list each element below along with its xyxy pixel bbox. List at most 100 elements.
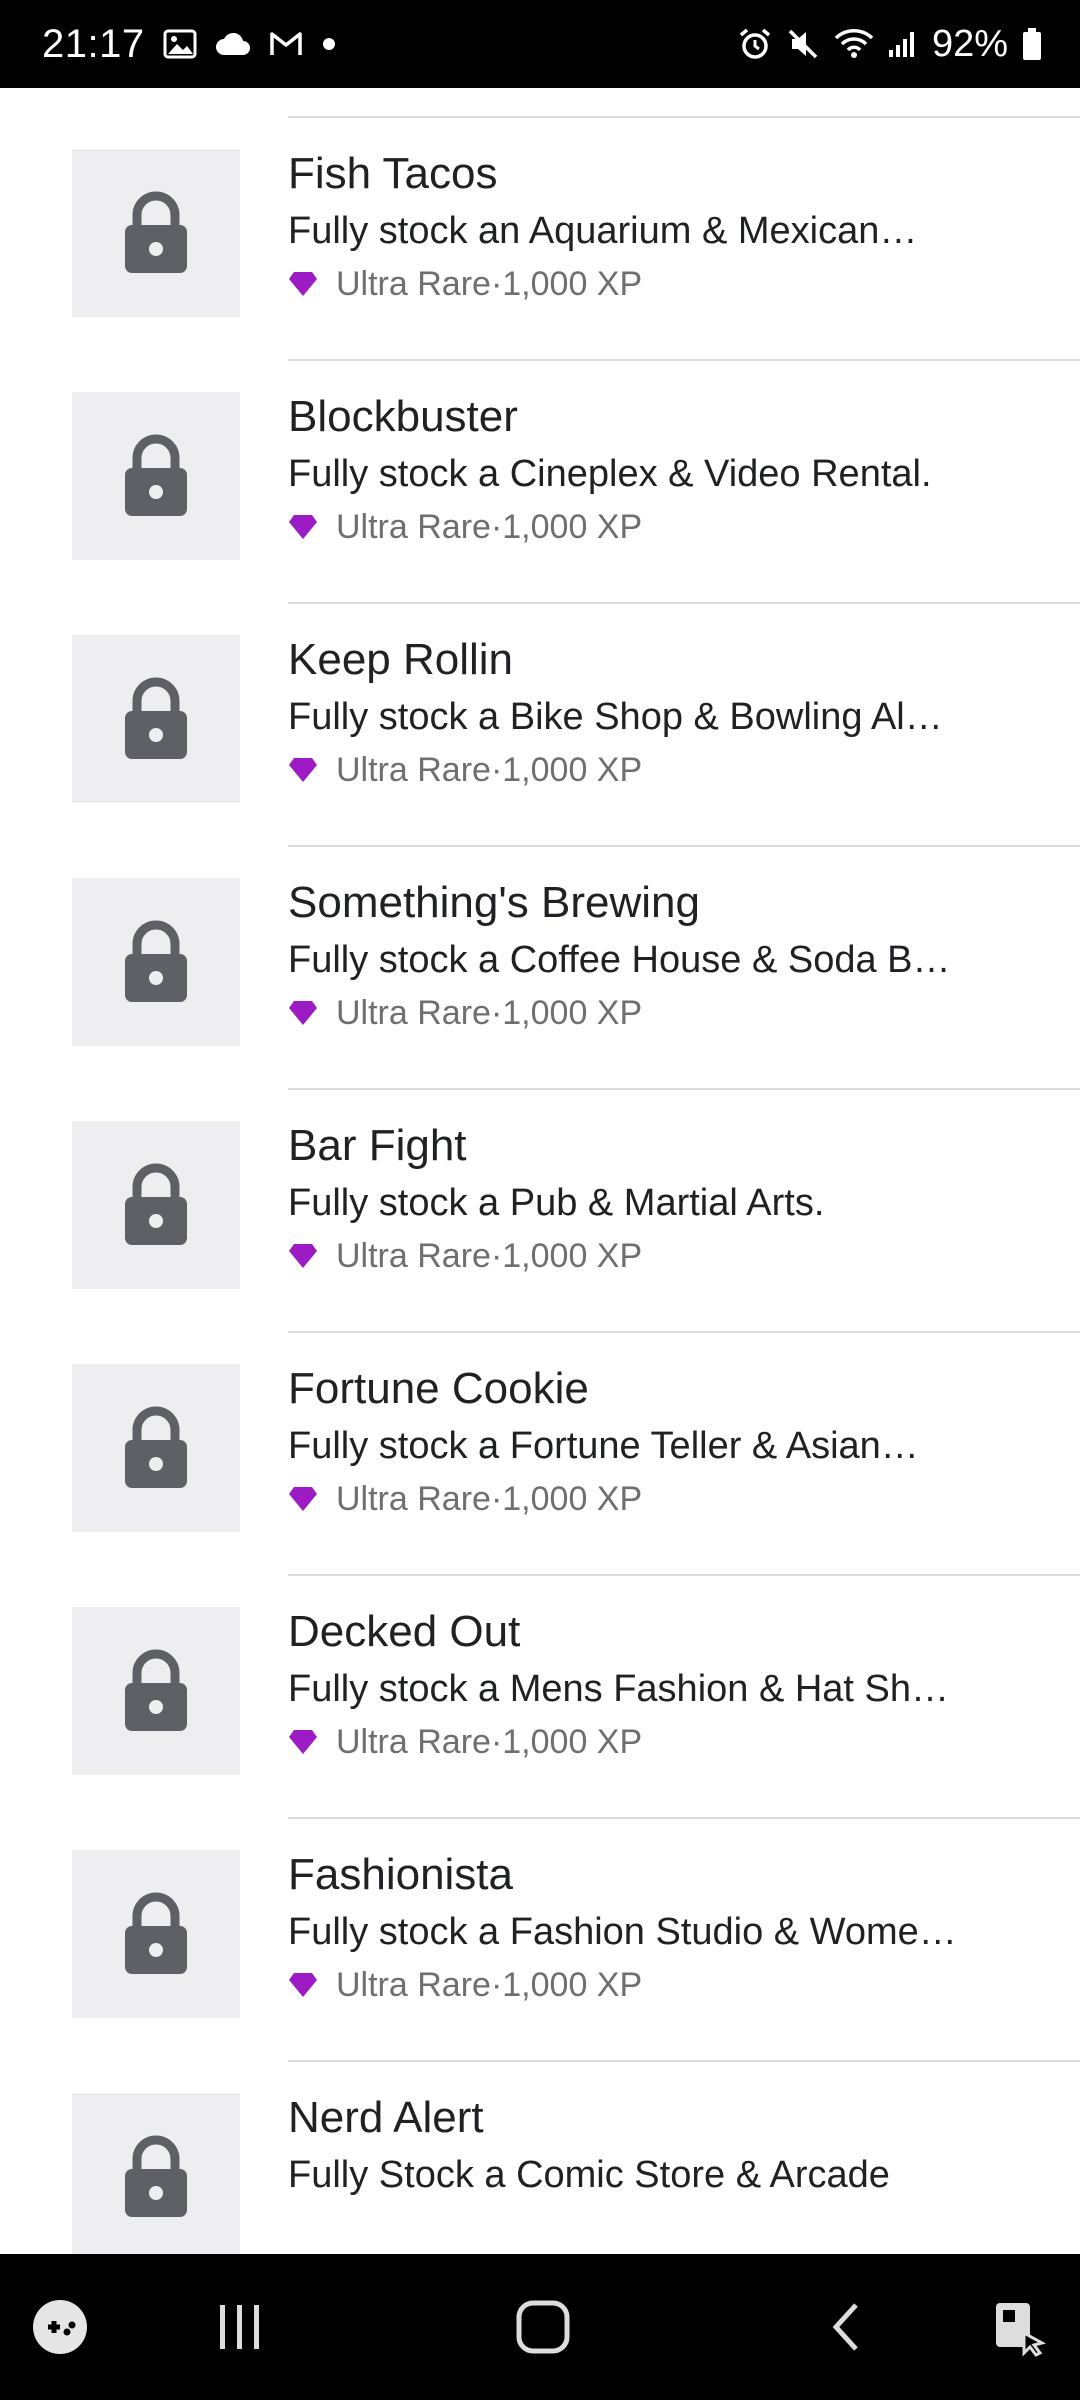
gem-icon — [289, 1973, 317, 1997]
achievement-item[interactable]: Fashionista Fully stock a Fashion Studio… — [0, 1819, 1080, 2062]
alarm-icon — [738, 27, 772, 61]
home-icon — [516, 2300, 570, 2354]
achievement-description: Fully stock a Fashion Studio & Wome… — [288, 1911, 957, 1953]
wifi-icon — [834, 28, 874, 60]
achievement-description: Fully stock a Coffee House & Soda B… — [288, 939, 951, 981]
meta-separator: · — [490, 1966, 503, 2004]
achievement-item[interactable]: Fortune Cookie Fully stock a Fortune Tel… — [0, 1333, 1080, 1576]
achievement-description: Fully stock a Pub & Martial Arts. — [288, 1182, 825, 1224]
recent-apps-icon — [220, 2305, 259, 2349]
recent-apps-button[interactable] — [200, 2254, 280, 2400]
accessibility-icon — [996, 2303, 1047, 2357]
achievement-title: Decked Out — [288, 1607, 521, 1656]
achievement-description: Fully stock an Aquarium & Mexican… — [288, 210, 918, 252]
achievement-xp: 1,000 XP — [502, 508, 643, 546]
achievement-rarity: Ultra Rare — [336, 1237, 491, 1275]
gem-icon — [289, 1244, 317, 1268]
achievement-meta: Ultra Rare · 1,000 XP — [288, 989, 1060, 1037]
gem-icon — [289, 758, 317, 782]
achievement-item[interactable]: Fish Tacos Fully stock an Aquarium & Mex… — [0, 118, 1080, 361]
achievement-rarity: Ultra Rare — [336, 1723, 491, 1761]
meta-separator: · — [490, 1480, 503, 1518]
achievement-rarity: Ultra Rare — [336, 751, 491, 789]
meta-separator: · — [490, 265, 503, 303]
achievement-item[interactable]: Keep Rollin Fully stock a Bike Shop & Bo… — [0, 604, 1080, 847]
home-button[interactable] — [500, 2254, 586, 2400]
achievement-title: Bar Fight — [288, 1121, 467, 1170]
achievement-xp: 1,000 XP — [502, 1237, 643, 1275]
lock-icon — [125, 1406, 187, 1488]
gem-icon — [289, 1487, 317, 1511]
achievement-thumbnail — [72, 1850, 240, 2018]
achievement-title: Keep Rollin — [288, 635, 514, 684]
achievement-description: Fully Stock a Comic Store & Arcade — [288, 2154, 890, 2196]
achievement-thumbnail — [72, 1364, 240, 1532]
back-button[interactable] — [806, 2254, 886, 2400]
achievement-item[interactable]: Something's Brewing Fully stock a Coffee… — [0, 847, 1080, 1090]
meta-separator: · — [490, 508, 503, 546]
achievement-item[interactable]: Bar Fight Fully stock a Pub & Martial Ar… — [0, 1090, 1080, 1333]
achievement-rarity: Ultra Rare — [336, 1480, 491, 1518]
achievement-xp: 1,000 XP — [502, 994, 643, 1032]
achievement-meta: Ultra Rare · 1,000 XP — [288, 1232, 1060, 1280]
lock-icon — [125, 434, 187, 516]
achievement-thumbnail — [72, 635, 240, 803]
cloud-icon — [215, 31, 251, 57]
lock-icon — [125, 920, 187, 1002]
achievement-description: Fully stock a Mens Fashion & Hat Sh… — [288, 1668, 950, 1710]
gem-icon — [289, 515, 317, 539]
achievement-title: Fish Tacos — [288, 149, 498, 198]
gmail-icon — [269, 31, 303, 57]
meta-separator: · — [490, 1237, 503, 1275]
achievement-meta: Ultra Rare · 1,000 XP — [288, 746, 1060, 794]
achievement-xp: 1,000 XP — [502, 1723, 643, 1761]
achievement-meta: Ultra Rare · 1,000 XP — [288, 1961, 1060, 2009]
battery-icon — [1022, 27, 1042, 61]
lock-icon — [125, 677, 187, 759]
achievement-description: Fully stock a Fortune Teller & Asian… — [288, 1425, 919, 1467]
achievement-rarity: Ultra Rare — [336, 265, 491, 303]
dot-icon — [321, 36, 337, 52]
achievement-meta: Ultra Rare · 1,000 XP — [288, 503, 1060, 551]
achievement-item[interactable]: Decked Out Fully stock a Mens Fashion & … — [0, 1576, 1080, 1819]
achievement-xp: 1,000 XP — [502, 1966, 643, 2004]
achievement-meta: Ultra Rare · 1,000 XP — [288, 260, 1060, 308]
navigation-bar — [0, 2254, 1080, 2400]
back-icon — [832, 2303, 858, 2351]
signal-icon — [888, 30, 918, 58]
achievement-thumbnail — [72, 149, 240, 317]
game-launcher-icon — [33, 2300, 87, 2354]
achievement-title: Fortune Cookie — [288, 1364, 589, 1413]
lock-icon — [125, 2135, 187, 2217]
achievement-xp: 1,000 XP — [502, 265, 643, 303]
achievement-title: Nerd Alert — [288, 2093, 484, 2142]
achievement-meta: Ultra Rare · 1,000 XP — [288, 1475, 1060, 1523]
achievement-item[interactable]: Blockbuster Fully stock a Cineplex & Vid… — [0, 361, 1080, 604]
meta-separator: · — [490, 994, 503, 1032]
game-launcher-button[interactable] — [20, 2254, 100, 2400]
achievement-thumbnail — [72, 392, 240, 560]
gem-icon — [289, 272, 317, 296]
achievement-title: Fashionista — [288, 1850, 514, 1899]
achievement-thumbnail — [72, 1607, 240, 1775]
gallery-icon — [163, 29, 197, 59]
lock-icon — [125, 1163, 187, 1245]
gem-icon — [289, 1001, 317, 1025]
lock-icon — [125, 1649, 187, 1731]
meta-separator: · — [490, 751, 503, 789]
achievement-rarity: Ultra Rare — [336, 1966, 491, 2004]
achievement-meta: Ultra Rare · 1,000 XP — [288, 1718, 1060, 1766]
achievement-description: Fully stock a Cineplex & Video Rental. — [288, 453, 932, 495]
status-time: 21:17 — [42, 21, 145, 66]
achievement-title: Something's Brewing — [288, 878, 700, 927]
achievement-xp: 1,000 XP — [502, 1480, 643, 1518]
achievement-xp: 1,000 XP — [502, 751, 643, 789]
accessibility-button[interactable] — [980, 2254, 1060, 2400]
gem-icon — [289, 1730, 317, 1754]
achievement-thumbnail — [72, 1121, 240, 1289]
battery-percent: 92% — [931, 22, 1008, 65]
achievement-thumbnail — [72, 878, 240, 1046]
lock-icon — [125, 1892, 187, 1974]
achievement-rarity: Ultra Rare — [336, 508, 491, 546]
mute-icon — [786, 27, 820, 61]
